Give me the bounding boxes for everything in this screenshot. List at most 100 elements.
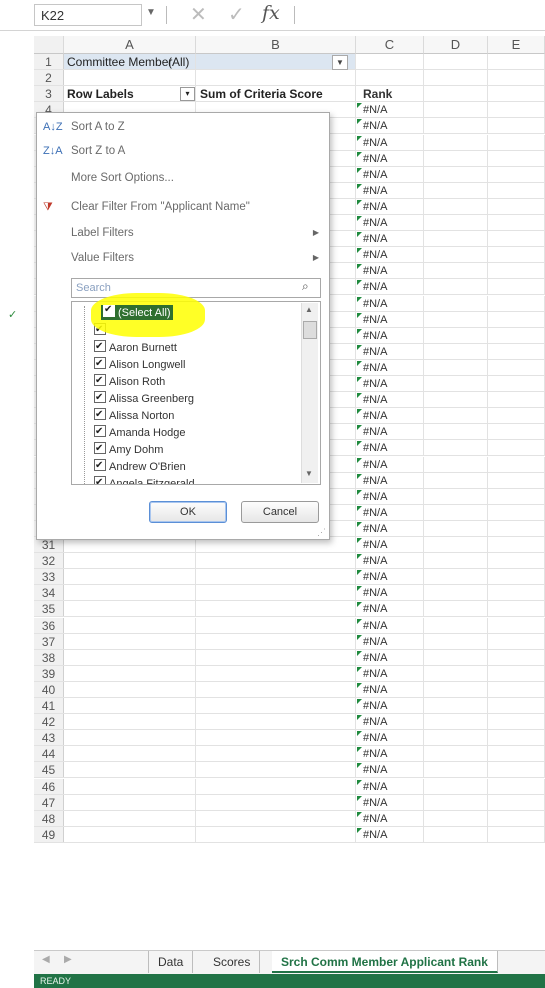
- row-number[interactable]: 43: [34, 730, 64, 746]
- row-number[interactable]: 33: [34, 569, 64, 585]
- cell-c[interactable]: #N/A: [356, 102, 424, 118]
- tab-prev-icon[interactable]: ◀: [42, 954, 50, 965]
- cell-b[interactable]: [196, 553, 356, 569]
- row-number[interactable]: 41: [34, 698, 64, 714]
- cell-c[interactable]: #N/A: [356, 633, 424, 649]
- cell-c[interactable]: #N/A: [356, 730, 424, 746]
- cell-e[interactable]: [488, 472, 545, 488]
- cell-d[interactable]: [424, 794, 488, 810]
- cell-b[interactable]: [196, 617, 356, 633]
- cell-e[interactable]: [488, 376, 545, 392]
- cell-c[interactable]: #N/A: [356, 826, 424, 842]
- cell-e[interactable]: [488, 86, 545, 102]
- cell-d[interactable]: [424, 424, 488, 440]
- cell-d[interactable]: [424, 408, 488, 424]
- column-header-c[interactable]: C: [356, 36, 424, 54]
- cell-e[interactable]: [488, 359, 545, 375]
- cell-d[interactable]: [424, 295, 488, 311]
- row-number[interactable]: 42: [34, 714, 64, 730]
- cell-e[interactable]: [488, 456, 545, 472]
- row-number[interactable]: 47: [34, 794, 64, 810]
- cell-d[interactable]: [424, 456, 488, 472]
- cell-d[interactable]: [424, 359, 488, 375]
- cell-a[interactable]: [64, 585, 196, 601]
- row-labels-filter-button[interactable]: ▾: [180, 87, 195, 102]
- cell-d[interactable]: [424, 86, 488, 102]
- pivot-filter-dropdown-button[interactable]: ▼: [332, 55, 348, 70]
- cell-d[interactable]: [424, 231, 488, 247]
- cell-c[interactable]: #N/A: [356, 714, 424, 730]
- cell-d[interactable]: [424, 585, 488, 601]
- cell-c[interactable]: #N/A: [356, 778, 424, 794]
- tab-srch-comm-member-applicant-rank[interactable]: Srch Comm Member Applicant Rank: [272, 951, 498, 973]
- cell-d[interactable]: [424, 182, 488, 198]
- cell-a[interactable]: [64, 601, 196, 617]
- cell-e[interactable]: [488, 134, 545, 150]
- cell-b[interactable]: [196, 746, 356, 762]
- checkbox[interactable]: [94, 440, 106, 457]
- cell-d[interactable]: [424, 392, 488, 408]
- cell-d[interactable]: [424, 376, 488, 392]
- cell-c[interactable]: #N/A: [356, 601, 424, 617]
- cell-c[interactable]: #N/A: [356, 150, 424, 166]
- cell-e[interactable]: [488, 408, 545, 424]
- cell-d[interactable]: [424, 617, 488, 633]
- cell-e[interactable]: [488, 730, 545, 746]
- cell-c[interactable]: #N/A: [356, 698, 424, 714]
- cell-c[interactable]: [356, 54, 424, 70]
- cell-c[interactable]: #N/A: [356, 569, 424, 585]
- cell-d[interactable]: [424, 730, 488, 746]
- cell-e[interactable]: [488, 569, 545, 585]
- checkbox[interactable]: [94, 372, 106, 389]
- cell-d[interactable]: [424, 665, 488, 681]
- cell-e[interactable]: [488, 295, 545, 311]
- row-number[interactable]: 32: [34, 553, 64, 569]
- tab-scores[interactable]: Scores: [204, 951, 261, 973]
- cell-c[interactable]: #N/A: [356, 263, 424, 279]
- cell-d[interactable]: [424, 504, 488, 520]
- cell-c[interactable]: #N/A: [356, 295, 424, 311]
- clear-filter[interactable]: ⧩ Clear Filter From "Applicant Name": [37, 195, 329, 219]
- list-item[interactable]: Amanda Hodge: [94, 423, 185, 442]
- cell-b[interactable]: [196, 762, 356, 778]
- cell-d[interactable]: [424, 537, 488, 553]
- cell-b[interactable]: [196, 70, 356, 86]
- cell-d[interactable]: [424, 166, 488, 182]
- cell-b[interactable]: [196, 569, 356, 585]
- tab-data[interactable]: Data: [148, 951, 194, 973]
- cell-c[interactable]: #N/A: [356, 810, 424, 826]
- row-number[interactable]: 48: [34, 810, 64, 826]
- cell-c[interactable]: #N/A: [356, 376, 424, 392]
- cell-c[interactable]: #N/A: [356, 665, 424, 681]
- cell-e[interactable]: [488, 649, 545, 665]
- cell-b[interactable]: [196, 730, 356, 746]
- cell-d[interactable]: [424, 649, 488, 665]
- insert-function-icon[interactable]: fx: [262, 2, 280, 24]
- cell-c[interactable]: #N/A: [356, 118, 424, 134]
- row-number[interactable]: 44: [34, 746, 64, 762]
- checkbox[interactable]: [94, 389, 106, 406]
- cell-e[interactable]: [488, 778, 545, 794]
- ok-button[interactable]: OK: [149, 501, 227, 523]
- cell-e[interactable]: [488, 746, 545, 762]
- cell-e[interactable]: [488, 810, 545, 826]
- list-item[interactable]: Andrew O'Brien: [94, 457, 186, 476]
- cell-a[interactable]: [64, 698, 196, 714]
- row-number[interactable]: 3: [34, 86, 64, 102]
- cell-a[interactable]: [64, 762, 196, 778]
- cell-a[interactable]: [64, 633, 196, 649]
- cell-e[interactable]: [488, 585, 545, 601]
- cell-d[interactable]: [424, 778, 488, 794]
- cell-e[interactable]: [488, 198, 545, 214]
- column-header-b[interactable]: B: [196, 36, 356, 54]
- resize-grip-icon[interactable]: ⋰: [317, 527, 326, 538]
- cell-e[interactable]: [488, 70, 545, 86]
- checkbox[interactable]: [94, 338, 106, 355]
- cell-d[interactable]: [424, 247, 488, 263]
- checkbox[interactable]: [94, 355, 106, 372]
- checkbox[interactable]: [94, 406, 106, 423]
- cell-c[interactable]: #N/A: [356, 488, 424, 504]
- cell-b[interactable]: [196, 778, 356, 794]
- cell-e[interactable]: [488, 488, 545, 504]
- cell-c[interactable]: #N/A: [356, 520, 424, 536]
